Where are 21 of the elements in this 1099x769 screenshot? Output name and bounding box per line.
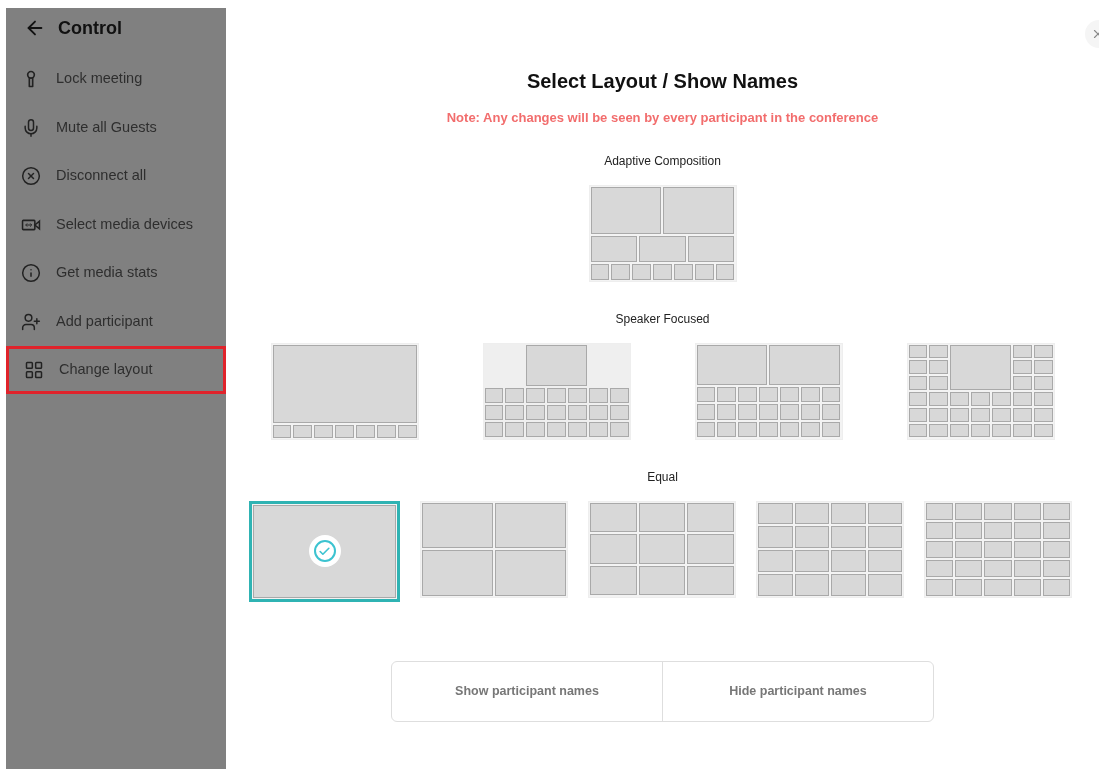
dialog-title: Select Layout / Show Names [526, 69, 799, 94]
menu-item[interactable]: Disconnect all [6, 152, 226, 200]
warning-note: Note: Any changes will be seen by every participant in the conference [446, 109, 879, 127]
sidebar-title: Control [58, 16, 122, 40]
menu-item[interactable]: Get media stats [6, 249, 226, 297]
toggle-names-button[interactable]: Hide participant names [662, 661, 933, 721]
menu-item[interactable]: Lock meeting [6, 55, 226, 103]
menu-item[interactable]: Select media devices [6, 200, 226, 249]
menu-item[interactable]: Change layout [6, 346, 226, 394]
section-title: Equal [647, 468, 678, 486]
section-title: Adaptive Composition [604, 152, 721, 170]
menu-item[interactable]: Mute all Guests [6, 103, 226, 152]
section-title: Speaker Focused [615, 310, 710, 328]
circle-x-icon [21, 166, 41, 186]
layout-option[interactable] [249, 500, 400, 602]
add-user-icon [21, 311, 41, 332]
grid-icon [24, 360, 44, 380]
info-icon [21, 263, 41, 283]
toggle-names-button[interactable]: Show participant names [392, 661, 662, 721]
microphone-icon [21, 117, 41, 138]
menu-item[interactable]: Add participant [6, 297, 226, 346]
